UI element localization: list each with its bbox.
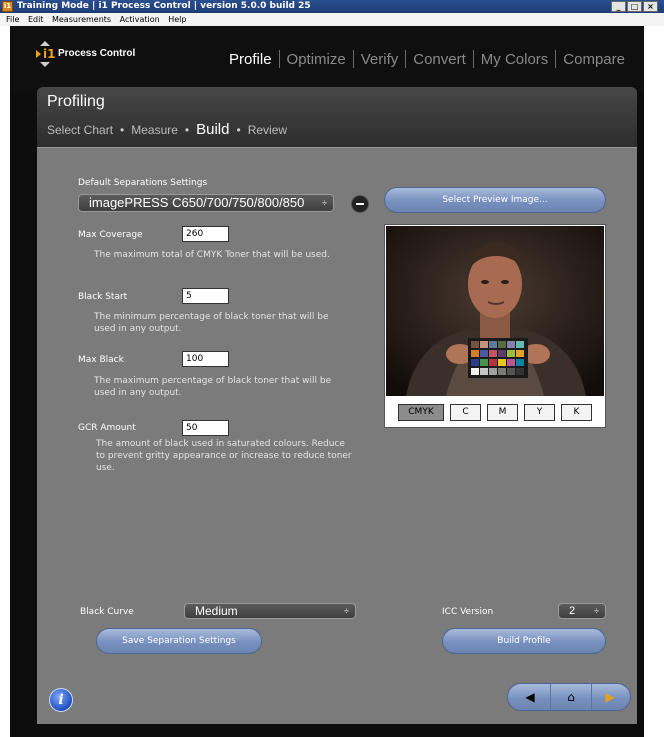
- save-separation-settings-button[interactable]: Save Separation Settings: [96, 628, 262, 654]
- app-header: i1 Process Control Profile Optimize Veri…: [10, 26, 644, 92]
- window-title: Training Mode | i1 Process Control | ver…: [17, 1, 311, 11]
- black-curve-value: Medium: [195, 604, 238, 618]
- separations-label: Default Separations Settings: [78, 178, 208, 188]
- profiling-header: Profiling Select Chart • Measure • Build • Rev…: [37, 87, 637, 147]
- preview-panel: CMYK C M Y K: [384, 224, 606, 428]
- step-review[interactable]: Review: [248, 123, 287, 137]
- black-start-input[interactable]: 5: [182, 288, 229, 304]
- select-preview-image-button[interactable]: Select Preview Image...: [384, 187, 606, 213]
- forward-arrow-icon[interactable]: ▶: [590, 684, 630, 710]
- menu-file[interactable]: File: [6, 15, 19, 24]
- icc-version-select[interactable]: 2 ÷: [558, 603, 606, 619]
- tab-convert[interactable]: Convert: [406, 51, 473, 68]
- channel-k-button[interactable]: K: [561, 403, 592, 421]
- max-coverage-label: Max Coverage: [78, 230, 143, 240]
- minimize-button[interactable]: _: [611, 1, 626, 12]
- icc-version-value: 2: [569, 605, 576, 617]
- logo-mark: i1: [43, 47, 56, 61]
- build-profile-button[interactable]: Build Profile: [442, 628, 606, 654]
- remove-settings-button[interactable]: [351, 195, 369, 213]
- tab-optimize[interactable]: Optimize: [280, 51, 353, 68]
- channel-cmyk-button[interactable]: CMYK: [398, 403, 444, 421]
- max-coverage-description: The maximum total of CMYK Toner that wil…: [94, 250, 330, 260]
- workflow-steps: Select Chart • Measure • Build • Review: [47, 121, 287, 138]
- black-curve-select[interactable]: Medium ÷: [184, 603, 356, 619]
- max-black-description: The maximum percentage of black toner th…: [94, 376, 332, 398]
- gcr-amount-label: GCR Amount: [78, 423, 136, 433]
- step-separator: •: [236, 123, 241, 137]
- home-icon[interactable]: ⌂: [550, 684, 592, 710]
- step-separator: •: [184, 123, 190, 137]
- main-nav: Profile Optimize Verify Convert My Color…: [222, 50, 632, 68]
- channel-buttons: CMYK C M Y K: [386, 398, 604, 426]
- preview-image: [386, 226, 604, 396]
- back-arrow-icon[interactable]: ◀: [510, 684, 550, 710]
- app-logo: i1 Process Control: [36, 41, 156, 67]
- menu-edit[interactable]: Edit: [28, 15, 44, 24]
- window-title-bar[interactable]: i1 Training Mode | i1 Process Control | …: [0, 0, 664, 13]
- select-arrows-icon: ÷: [322, 198, 327, 208]
- menu-activation[interactable]: Activation: [120, 15, 160, 24]
- info-icon[interactable]: i: [49, 688, 73, 712]
- menu-measurements[interactable]: Measurements: [52, 15, 111, 24]
- page-title: Profiling: [47, 93, 105, 110]
- step-build[interactable]: Build: [196, 121, 229, 138]
- step-select-chart[interactable]: Select Chart: [47, 123, 113, 137]
- tab-compare[interactable]: Compare: [556, 51, 632, 68]
- app-icon: i1: [2, 1, 13, 12]
- gcr-amount-input[interactable]: 50: [182, 420, 229, 436]
- channel-y-button[interactable]: Y: [524, 403, 555, 421]
- step-measure[interactable]: Measure: [131, 123, 178, 137]
- logo-play-icon: [36, 50, 41, 58]
- window-controls: _ □ ×: [611, 1, 658, 12]
- separations-value: imagePRESS C650/700/750/800/850: [89, 195, 305, 210]
- max-coverage-input[interactable]: 260: [182, 226, 229, 242]
- max-black-input[interactable]: 100: [182, 351, 229, 367]
- maximize-button[interactable]: □: [627, 1, 642, 12]
- tab-verify[interactable]: Verify: [354, 51, 406, 68]
- navigation-buttons: ◀ ⌂ ▶: [507, 683, 631, 711]
- menu-bar: File Edit Measurements Activation Help: [0, 13, 664, 26]
- channel-m-button[interactable]: M: [487, 403, 518, 421]
- portrait-photo: [386, 226, 604, 396]
- black-start-description: The minimum percentage of black toner th…: [94, 312, 329, 334]
- step-separator: •: [120, 123, 125, 137]
- logo-triangle-down-icon: [40, 62, 50, 67]
- menu-help[interactable]: Help: [168, 15, 186, 24]
- icc-version-label: ICC Version: [442, 607, 494, 617]
- tab-my-colors[interactable]: My Colors: [474, 51, 556, 68]
- select-arrows-icon: ÷: [594, 606, 599, 616]
- black-curve-label: Black Curve: [80, 607, 134, 617]
- select-arrows-icon: ÷: [344, 606, 349, 616]
- separations-select[interactable]: imagePRESS C650/700/750/800/850 ÷: [78, 194, 334, 212]
- logo-text: Process Control: [58, 48, 136, 59]
- black-start-label: Black Start: [78, 292, 128, 302]
- tab-profile[interactable]: Profile: [222, 51, 279, 68]
- max-black-label: Max Black: [78, 355, 124, 365]
- channel-c-button[interactable]: C: [450, 403, 481, 421]
- close-button[interactable]: ×: [643, 1, 658, 12]
- gcr-amount-description: The amount of black used in saturated co…: [96, 439, 352, 473]
